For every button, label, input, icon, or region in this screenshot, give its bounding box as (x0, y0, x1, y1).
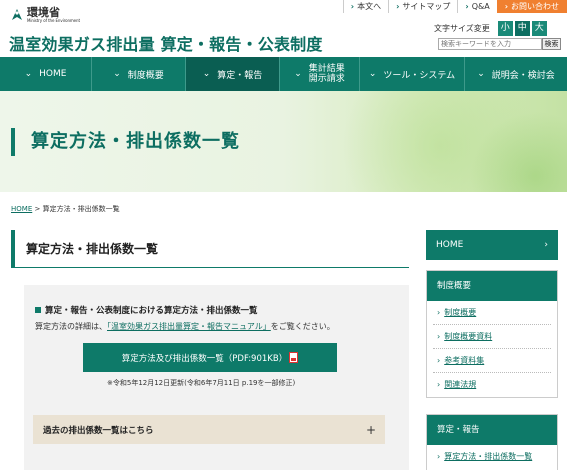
gnav-item-briefings[interactable]: ⌄ 説明会・検討会 (465, 57, 567, 91)
logo-subtext: Ministry of the Environment (27, 18, 80, 23)
site-title[interactable]: 温室効果ガス排出量 算定・報告・公表制度 (9, 31, 323, 55)
chevron-right-icon: › (544, 240, 548, 250)
main-content: 算定方法・排出係数一覧 (11, 230, 409, 268)
chevron-right-icon: › (465, 2, 469, 11)
chevron-right-icon: › (437, 356, 441, 365)
search-input[interactable] (438, 38, 542, 50)
gnav-item-calculation-report[interactable]: ⌄ 算定・報告 (186, 57, 280, 91)
hero-title: 算定方法・排出係数一覧 (11, 128, 240, 156)
font-size-medium-button[interactable]: 中 (514, 21, 530, 36)
font-size-small-button[interactable]: 小 (497, 21, 513, 36)
global-nav: ⌄ HOME ⌄ 制度概要 ⌄ 算定・報告 ⌄ 集計結果 開示請求 ⌄ ツール・システム ⌄… (0, 57, 567, 91)
gnav-item-overview[interactable]: ⌄ 制度概要 (92, 57, 186, 91)
side-nav: HOME › (426, 230, 558, 260)
chevron-right-icon: › (504, 2, 508, 11)
site-search: 検索 (438, 38, 561, 50)
square-bullet-icon (35, 307, 41, 313)
ministry-logo-icon (12, 9, 22, 20)
accordion-label: 過去の排出係数一覧はこちら (43, 425, 154, 436)
skip-to-content-link[interactable]: › 本文へ (342, 0, 388, 13)
contact-button[interactable]: › お問い合わせ (496, 0, 567, 13)
gnav-item-tools-systems[interactable]: ⌄ ツール・システム (360, 57, 465, 91)
panel-description: 算定方法の詳細は、「温室効果ガス排出量算定・報告マニュアル」をご覧ください。 (35, 322, 335, 331)
chevron-down-icon: ⌄ (477, 69, 485, 79)
side-section-heading: 制度概要 (427, 271, 557, 301)
page-hero: 算定方法・排出係数一覧 (0, 91, 567, 192)
chevron-right-icon: › (350, 2, 355, 11)
chevron-right-icon: › (437, 380, 441, 389)
font-size-label: 文字サイズ変更 (434, 24, 490, 33)
sitemap-link[interactable]: › サイトマップ (388, 0, 457, 13)
pdf-file-icon (289, 352, 299, 363)
search-button[interactable]: 検索 (542, 38, 561, 50)
side-nav-home[interactable]: HOME › (426, 230, 558, 260)
side-item-overview[interactable]: › 制度概要 (433, 301, 551, 325)
font-size-large-button[interactable]: 大 (531, 21, 547, 36)
breadcrumb-separator: > (32, 205, 43, 213)
chevron-down-icon: ⌄ (202, 69, 211, 79)
ministry-logo[interactable]: 環境省 Ministry of the Environment (10, 7, 80, 23)
chevron-right-icon: › (437, 452, 441, 461)
faq-link[interactable]: › Q&A (457, 0, 496, 13)
chevron-right-icon: › (437, 332, 441, 341)
breadcrumb-home-link[interactable]: HOME (11, 205, 32, 213)
chevron-right-icon: › (437, 308, 441, 317)
side-section-calculation-report: 算定・報告 › 算定方法・排出係数一覧 (426, 414, 558, 470)
gnav-item-results-disclosure[interactable]: ⌄ 集計結果 開示請求 (280, 57, 360, 91)
update-note: ※令和5年12月12日更新(令和6年7月11日 p.19を一部修正) (107, 379, 296, 387)
breadcrumb-current: 算定方法・排出係数一覧 (42, 205, 120, 213)
breadcrumb: HOME > 算定方法・排出係数一覧 (11, 204, 120, 214)
chevron-down-icon: ⌄ (294, 69, 302, 79)
chevron-down-icon: ⌄ (24, 69, 33, 79)
manual-link[interactable]: 「温室効果ガス排出量算定・報告マニュアル」 (107, 322, 271, 331)
page-title: 算定方法・排出係数一覧 (11, 230, 409, 268)
side-item-overview-docs[interactable]: › 制度概要資料 (433, 325, 551, 349)
chevron-down-icon: ⌄ (368, 69, 377, 79)
logo-text: 環境省 (27, 6, 60, 19)
side-section-overview: 制度概要 › 制度概要 › 制度概要資料 › 参考資料集 › 関連法規 (426, 270, 558, 398)
side-item-reference-docs[interactable]: › 参考資料集 (433, 349, 551, 373)
side-item-related-laws[interactable]: › 関連法規 (433, 373, 551, 397)
side-section-heading: 算定・報告 (427, 415, 557, 445)
font-size-switcher: 文字サイズ変更 小 中 大 (434, 21, 547, 36)
utility-nav: › 本文へ › サイトマップ › Q&A › お問い合わせ (342, 0, 567, 13)
download-pdf-button[interactable]: 算定方法及び排出係数一覧（PDF:901KB） (83, 343, 337, 372)
chevron-right-icon: › (396, 2, 400, 11)
chevron-down-icon: ⌄ (113, 69, 121, 79)
past-coefficients-accordion[interactable]: 過去の排出係数一覧はこちら + (33, 415, 385, 444)
gnav-item-home[interactable]: ⌄ HOME (0, 57, 92, 91)
calculation-methods-panel: 算定・報告・公表制度における算定方法・排出係数一覧 算定方法の詳細は、「温室効果… (24, 285, 409, 470)
plus-icon: + (365, 422, 376, 437)
panel-heading: 算定・報告・公表制度における算定方法・排出係数一覧 (35, 304, 258, 316)
side-item-calculation-methods[interactable]: › 算定方法・排出係数一覧 (433, 445, 551, 469)
site-header: 環境省 Ministry of the Environment 温室効果ガス排出… (0, 0, 567, 57)
